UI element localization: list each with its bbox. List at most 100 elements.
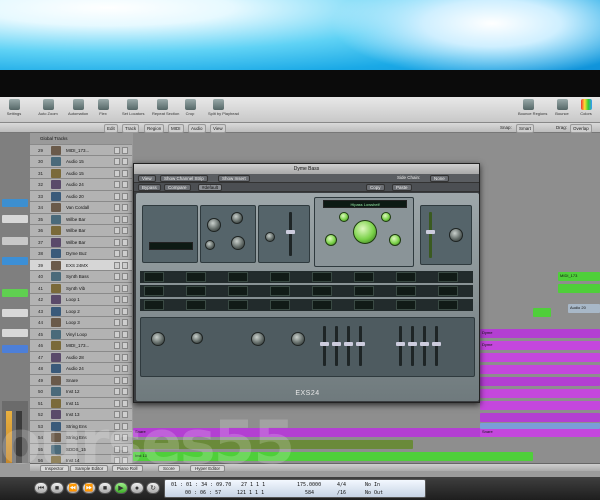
mute-button[interactable]: [114, 307, 120, 315]
track-row[interactable]: 33 Audio 20: [30, 190, 132, 202]
region[interactable]: [480, 423, 600, 429]
solo-button[interactable]: [122, 365, 128, 372]
settings-button[interactable]: Settings: [4, 99, 24, 117]
track-row[interactable]: 45 Vinyl Loop: [30, 328, 132, 340]
track-row[interactable]: 48 Audio 24: [30, 363, 132, 375]
mod-cell[interactable]: [354, 300, 374, 310]
mod-cell[interactable]: [270, 272, 290, 282]
track-row[interactable]: 42 Loop 1: [30, 294, 132, 306]
solo-button[interactable]: [122, 296, 128, 303]
track-row[interactable]: 36 Wilbe Bar: [30, 225, 132, 237]
mute-button[interactable]: [114, 319, 120, 326]
paste-button[interactable]: Paste: [392, 184, 412, 191]
mute-button[interactable]: [114, 273, 120, 280]
region[interactable]: Audio 20: [568, 304, 600, 313]
play-button[interactable]: ▶: [114, 482, 128, 494]
compare-button[interactable]: Compare: [164, 184, 191, 191]
lfo3-rate-knob[interactable]: [291, 332, 305, 346]
show-insert-button[interactable]: Show Insert: [218, 175, 250, 182]
menu-region[interactable]: Region: [144, 124, 165, 133]
resonance-knob[interactable]: [381, 212, 391, 222]
track-row[interactable]: 46 MIDI_173...: [30, 340, 132, 352]
mod-cell[interactable]: [228, 300, 248, 310]
view-menu[interactable]: View: [138, 175, 156, 182]
cutoff-knob[interactable]: [353, 220, 377, 244]
mod-cell[interactable]: [396, 272, 416, 282]
region[interactable]: [480, 353, 600, 362]
go-to-start-button[interactable]: ⏮: [34, 482, 48, 494]
track-row[interactable]: 31 Audio 15: [30, 167, 132, 179]
mute-button[interactable]: [114, 261, 120, 269]
bounce-button[interactable]: Bounce: [552, 99, 572, 117]
inspector-strip[interactable]: [2, 237, 28, 245]
fine-knob[interactable]: [231, 212, 243, 224]
level-slider[interactable]: [286, 212, 295, 256]
solo-button[interactable]: [122, 250, 128, 257]
env1-release-slider[interactable]: [356, 326, 365, 366]
mod-cell[interactable]: [186, 272, 206, 282]
lfo1-rate-knob[interactable]: [151, 332, 165, 346]
region[interactable]: [480, 401, 600, 410]
mute-button[interactable]: [114, 330, 120, 338]
region[interactable]: Snare: [480, 428, 600, 437]
record-button[interactable]: ●: [130, 482, 144, 494]
solo-button[interactable]: [122, 261, 128, 269]
mute-button[interactable]: [114, 158, 120, 165]
solo-button[interactable]: [122, 238, 128, 246]
stop-button[interactable]: ■: [50, 482, 64, 494]
mute-button[interactable]: [114, 250, 120, 257]
mod-cell[interactable]: [228, 286, 248, 296]
flex-button[interactable]: Flex: [93, 99, 113, 117]
rewind-button[interactable]: ⏪: [66, 482, 80, 494]
glide-knob[interactable]: [231, 236, 245, 250]
side-chain-select[interactable]: None: [430, 175, 449, 182]
mod-cell[interactable]: [438, 272, 458, 282]
mod-cell[interactable]: [186, 300, 206, 310]
tune-knob[interactable]: [207, 218, 221, 232]
mod-cell[interactable]: [396, 300, 416, 310]
solo-button[interactable]: [122, 215, 128, 223]
env2-sustain-slider[interactable]: [420, 326, 429, 366]
solo-button[interactable]: [122, 181, 128, 188]
level-via-knob[interactable]: [449, 228, 463, 242]
inspector-strip[interactable]: [2, 329, 28, 337]
solo-button[interactable]: [122, 158, 128, 165]
menu-view[interactable]: View: [210, 124, 226, 133]
track-row[interactable]: 32 Audio 24: [30, 179, 132, 191]
mod-cell[interactable]: [396, 286, 416, 296]
solo-button[interactable]: [122, 330, 128, 338]
mod-cell[interactable]: [270, 300, 290, 310]
bounce-regions-button[interactable]: Bounce Regions: [518, 99, 547, 117]
mute-button[interactable]: [114, 192, 120, 200]
drag-select[interactable]: Overlap: [570, 124, 592, 133]
auto-zoom-button[interactable]: Auto Zoom: [38, 99, 58, 117]
env2-decay-slider[interactable]: [408, 326, 417, 366]
solo-button[interactable]: [122, 307, 128, 315]
solo-button[interactable]: [122, 204, 128, 211]
track-row[interactable]: 39 EXS 24MX: [30, 259, 132, 271]
inspector-strip[interactable]: [2, 215, 28, 223]
mute-button[interactable]: [114, 353, 120, 361]
track-row[interactable]: 47 Audio 28: [30, 351, 132, 363]
solo-button[interactable]: [122, 342, 128, 349]
track-row[interactable]: 34 Van Cordall: [30, 202, 132, 214]
mute-button[interactable]: [114, 169, 120, 177]
mute-button[interactable]: [114, 215, 120, 223]
env1-decay-slider[interactable]: [332, 326, 341, 366]
mute-button[interactable]: [114, 342, 120, 349]
track-row[interactable]: 29 MIDI_173...: [30, 144, 132, 156]
repeat-section-button[interactable]: Repeat Section: [152, 99, 179, 117]
region[interactable]: Dyme: [480, 341, 600, 350]
track-row[interactable]: 37 Wilbe Bar: [30, 236, 132, 248]
bypass-button[interactable]: Bypass: [138, 184, 161, 191]
mod-cell[interactable]: [438, 286, 458, 296]
mute-button[interactable]: [114, 181, 120, 188]
solo-button[interactable]: [122, 169, 128, 177]
inspector-strip[interactable]: [2, 199, 28, 207]
solo-button[interactable]: [122, 399, 128, 407]
inspector-strip[interactable]: [2, 309, 28, 317]
mod-cell[interactable]: [312, 272, 332, 282]
region[interactable]: [480, 365, 600, 374]
mute-button[interactable]: [114, 227, 120, 234]
inspector-strip[interactable]: [2, 289, 28, 297]
